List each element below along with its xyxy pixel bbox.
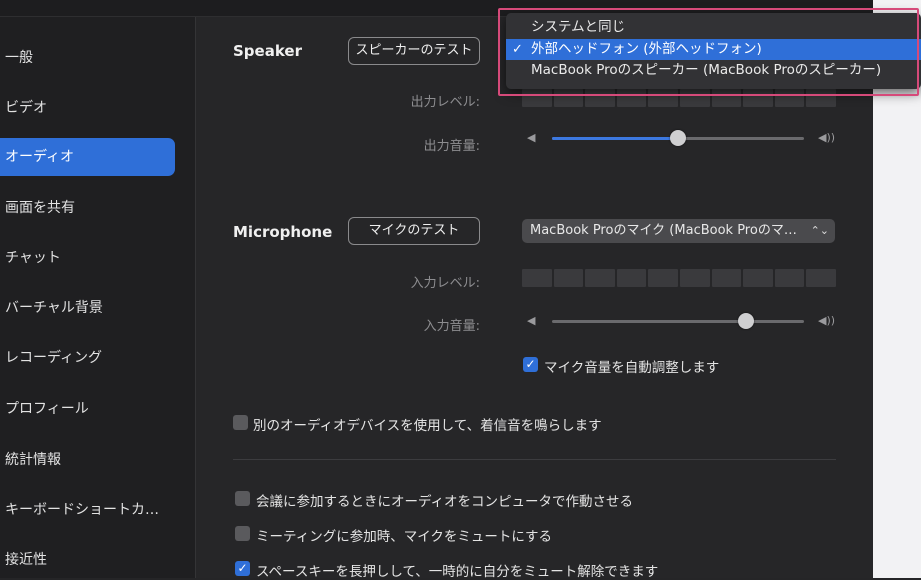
sidebar-item-label: 一般 [5,50,33,66]
speaker-low-icon: ◀ [527,131,536,144]
output-level-label: 出力レベル: [410,95,480,110]
sidebar-item-virtual-background[interactable]: バーチャル背景 [0,289,175,327]
sidebar-item-label: チャット [5,250,61,266]
sidebar-item-audio[interactable]: オーディオ [0,138,175,176]
input-level-meter [522,269,836,287]
test-speaker-button[interactable]: スピーカーのテスト [348,37,480,65]
input-volume-slider-knob[interactable] [738,313,755,329]
audio-settings-panel: Speaker スピーカーのテスト 出力レベル: 出力音量: ◀ ◀)) Mic… [196,17,873,580]
section-divider [233,459,836,460]
sidebar-item-label: 画面を共有 [5,200,75,216]
sidebar-item-label: オーディオ [5,149,75,165]
sidebar-item-label: レコーディング [5,350,103,366]
speaker-high-icon: ◀)) [818,131,836,144]
output-volume-fill [552,137,678,140]
sidebar-item-chat[interactable]: チャット [0,239,175,277]
sidebar-item-label: キーボードショートカ… [5,502,159,518]
join-computer-audio-label: 会議に参加するときにオーディオをコンピュータで作動させる [256,494,634,510]
sidebar-item-label: プロフィール [5,401,89,417]
sidebar-item-profile[interactable]: プロフィール [0,390,175,428]
speaker-section-label: Speaker [233,42,302,60]
input-volume-label: 入力音量: [423,319,480,334]
sidebar-item-keyboard-shortcuts[interactable]: キーボードショートカ… [0,491,175,529]
space-unmute-checkbox[interactable]: ✓ [235,561,250,576]
sidebar-item-share-screen[interactable]: 画面を共有 [0,189,175,227]
microphone-device-value: MacBook Proのマイク (MacBook Proのマ… [530,223,797,238]
annotation-highlight-frame [498,8,919,96]
input-level-label: 入力レベル: [410,276,480,291]
sidebar-item-label: バーチャル背景 [5,300,103,316]
updown-chevron-icon: ⌃⌄ [810,224,829,237]
sidebar-item-statistics[interactable]: 統計情報 [0,441,175,479]
output-volume-label: 出力音量: [423,139,480,154]
mute-on-join-label: ミーティングに参加時、マイクをミュートにする [256,529,553,545]
input-volume-track[interactable] [552,320,804,323]
microphone-section-label: Microphone [233,223,333,241]
checkmark-icon: ✓ [525,357,536,371]
auto-adjust-mic-label: マイク音量を自動調整します [544,360,720,376]
sidebar-item-label: 接近性 [5,552,47,568]
separate-ringtone-checkbox[interactable] [233,415,248,430]
auto-adjust-mic-checkbox[interactable]: ✓ [523,357,538,372]
sidebar-item-label: 統計情報 [5,452,61,468]
speaker-low-icon: ◀ [527,314,536,327]
microphone-device-select[interactable]: MacBook Proのマイク (MacBook Proのマ… ⌃⌄ [522,219,835,243]
space-unmute-label: スペースキーを長押しして、一時的に自分をミュート解除できます [256,564,659,580]
sidebar-item-label: ビデオ [5,100,47,116]
sidebar-item-recording[interactable]: レコーディング [0,339,175,377]
checkmark-icon: ✓ [237,561,248,575]
test-microphone-button[interactable]: マイクのテスト [348,217,480,245]
separate-ringtone-label: 別のオーディオデバイスを使用して、着信音を鳴らします [253,418,602,434]
speaker-high-icon: ◀)) [818,314,836,327]
sidebar-item-general[interactable]: 一般 [0,39,175,77]
settings-sidebar: 一般 ビデオ オーディオ 画面を共有 チャット バーチャル背景 レコーディング … [0,17,196,578]
output-volume-slider-knob[interactable] [670,130,686,146]
mute-on-join-checkbox[interactable] [235,526,250,541]
join-computer-audio-checkbox[interactable] [235,491,250,506]
sidebar-item-accessibility[interactable]: 接近性 [0,541,175,579]
sidebar-item-video[interactable]: ビデオ [0,89,175,127]
